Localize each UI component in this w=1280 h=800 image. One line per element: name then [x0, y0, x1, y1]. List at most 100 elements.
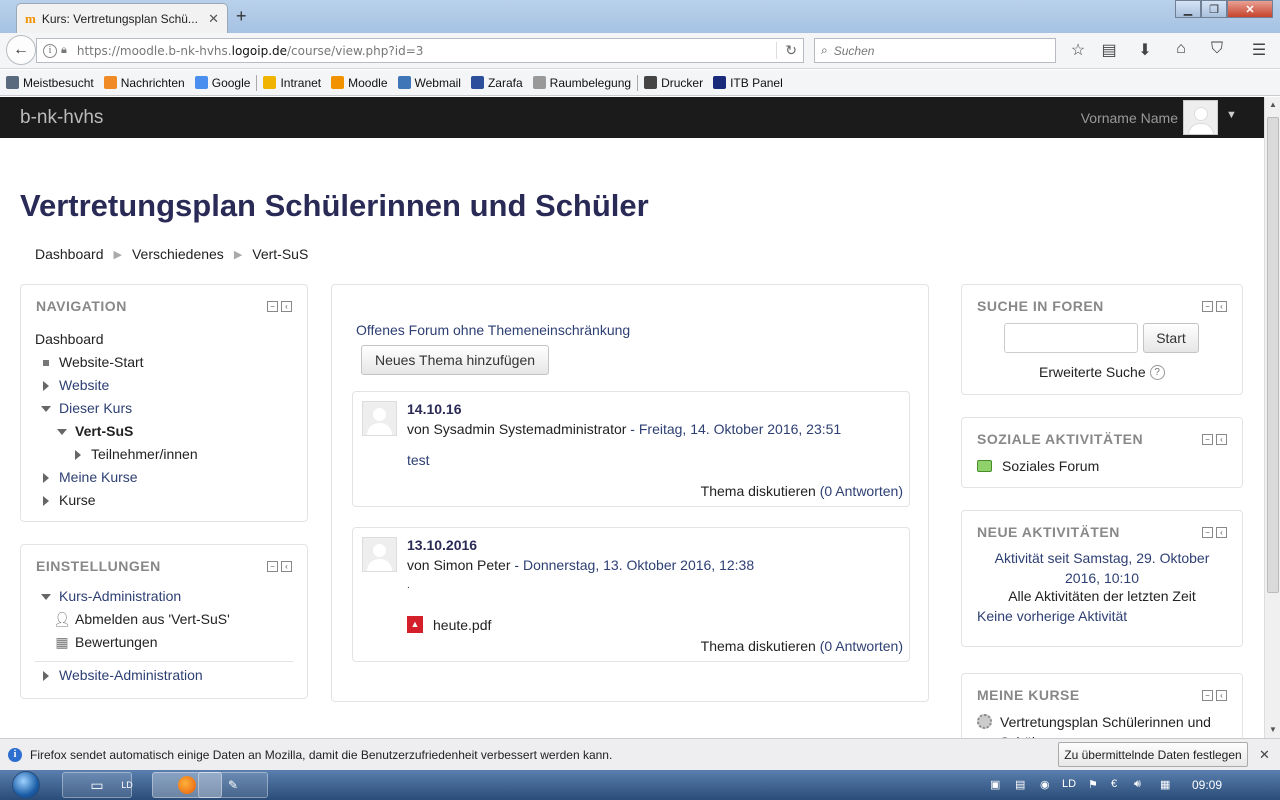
- my-course-link[interactable]: Vertretungsplan Schülerinnen und Schüler: [977, 712, 1237, 738]
- avatar[interactable]: [362, 537, 397, 572]
- expand-icon[interactable]: [37, 495, 55, 506]
- advanced-search-link[interactable]: Erweiterte Suche ?: [1039, 364, 1165, 380]
- settings-item-grades[interactable]: ▦ Bewertungen: [35, 631, 293, 654]
- taskbar-app[interactable]: ✎: [198, 772, 268, 798]
- bookmark-moodle[interactable]: Moodle: [331, 76, 388, 90]
- settings-item-site-admin[interactable]: Website-Administration: [35, 664, 293, 687]
- collapse-icon[interactable]: −: [267, 301, 278, 312]
- tray-euro-icon[interactable]: €: [1111, 778, 1117, 790]
- discuss-link[interactable]: Thema diskutieren (0 Antworten): [701, 483, 903, 499]
- settings-label[interactable]: Kurs-Administration: [59, 585, 181, 608]
- new-tab-button[interactable]: +: [236, 6, 247, 27]
- replies-count[interactable]: (0 Antworten): [820, 483, 903, 499]
- bookmark-webmail[interactable]: Webmail: [397, 76, 461, 90]
- breadcrumb-verschiedenes[interactable]: Verschiedenes: [132, 246, 224, 262]
- social-forum-label[interactable]: Soziales Forum: [1002, 458, 1099, 474]
- tray-icon[interactable]: ◉: [1040, 778, 1050, 791]
- start-button[interactable]: [6, 770, 48, 800]
- bookmark-drucker[interactable]: Drucker: [644, 76, 703, 90]
- add-topic-button[interactable]: Neues Thema hinzufügen: [361, 345, 549, 375]
- expand-icon[interactable]: [37, 670, 55, 681]
- dock-icon[interactable]: ‹: [1216, 301, 1227, 312]
- avatar[interactable]: [1183, 100, 1218, 135]
- bookmark-intranet[interactable]: Intranet: [263, 76, 321, 90]
- bookmark-nachrichten[interactable]: Nachrichten: [103, 76, 185, 90]
- tray-icon[interactable]: ▤: [1015, 778, 1025, 791]
- forum-search-input[interactable]: [1004, 323, 1138, 353]
- reading-list-icon[interactable]: ▤: [1098, 40, 1120, 60]
- tray-icon[interactable]: ⚑: [1088, 778, 1098, 791]
- dock-icon[interactable]: ‹: [1216, 434, 1227, 445]
- collapse-icon[interactable]: −: [1202, 527, 1213, 538]
- nav-item-site-home[interactable]: Website-Start: [35, 351, 198, 374]
- expand-icon[interactable]: [37, 472, 55, 483]
- settings-label[interactable]: Website-Administration: [59, 664, 203, 687]
- tray-icon[interactable]: ▦: [1160, 778, 1170, 791]
- collapse-icon[interactable]: −: [1202, 690, 1213, 701]
- advanced-search-label[interactable]: Erweiterte Suche: [1039, 364, 1146, 380]
- settings-item-unenrol[interactable]: 👤︎ Abmelden aus 'Vert-SuS': [35, 608, 293, 631]
- search-input[interactable]: ⌕ Suchen: [814, 38, 1056, 63]
- post-author[interactable]: Sysadmin Systemadministrator: [433, 421, 626, 437]
- attachment[interactable]: ▲ heute.pdf: [407, 616, 491, 633]
- maximize-window-button[interactable]: ❐: [1201, 0, 1227, 18]
- nav-item-courses[interactable]: Kurse: [35, 489, 198, 512]
- bookmark-zarafa[interactable]: Zarafa: [470, 76, 523, 90]
- post-author[interactable]: Simon Peter: [433, 557, 510, 573]
- collapse-icon[interactable]: −: [267, 561, 278, 572]
- close-window-button[interactable]: ✕: [1227, 0, 1273, 18]
- social-forum-link[interactable]: Soziales Forum: [977, 458, 1099, 474]
- collapse-tree-icon[interactable]: [37, 593, 55, 600]
- nav-label[interactable]: Dieser Kurs: [59, 397, 132, 420]
- avatar[interactable]: [362, 401, 397, 436]
- discuss-label[interactable]: Thema diskutieren: [701, 638, 816, 654]
- dock-icon[interactable]: ‹: [281, 301, 292, 312]
- home-icon[interactable]: ⌂: [1170, 40, 1192, 58]
- forum-intro-link[interactable]: Offenes Forum ohne Themeneinschränkung: [356, 322, 630, 338]
- bookmark-raumbelegung[interactable]: Raumbelegung: [532, 76, 631, 90]
- user-name[interactable]: Vorname Name: [1081, 110, 1178, 126]
- clock[interactable]: 09:09: [1192, 778, 1222, 792]
- breadcrumb-dashboard[interactable]: Dashboard: [35, 246, 104, 262]
- settings-item-course-admin[interactable]: Kurs-Administration: [35, 585, 293, 608]
- browser-tab[interactable]: m Kurs: Vertretungsplan Schü... ✕: [16, 3, 228, 33]
- scroll-thumb[interactable]: [1267, 117, 1279, 593]
- scroll-up-icon[interactable]: ▲: [1269, 100, 1277, 109]
- bookmark-google[interactable]: Google: [194, 76, 250, 90]
- site-brand[interactable]: b-nk-hvhs: [20, 107, 103, 129]
- collapse-icon[interactable]: −: [1202, 434, 1213, 445]
- expand-icon[interactable]: [37, 380, 55, 391]
- tray-volume-icon[interactable]: 🔊︎: [1134, 778, 1141, 791]
- nav-item-participants[interactable]: Teilnehmer/innen: [35, 443, 198, 466]
- minimize-window-button[interactable]: ▁: [1175, 0, 1201, 18]
- url-bar[interactable]: i 🔒︎ https://moodle.b-nk-hvhs.logoip.de/…: [36, 38, 804, 63]
- expand-icon[interactable]: [69, 449, 87, 460]
- info-icon[interactable]: i: [43, 43, 57, 58]
- bookmark-itb-panel[interactable]: ITB Panel: [713, 76, 783, 90]
- all-activities-link[interactable]: Alle Aktivitäten der letzten Zeit: [962, 588, 1242, 604]
- reload-icon[interactable]: ↻: [776, 42, 797, 59]
- download-icon[interactable]: ⬇: [1134, 40, 1156, 60]
- pocket-icon[interactable]: ⛉: [1206, 40, 1228, 58]
- user-menu-caret-icon[interactable]: ▼: [1226, 109, 1237, 121]
- close-tab-icon[interactable]: ✕: [208, 11, 219, 27]
- lock-icon[interactable]: 🔒︎: [61, 44, 67, 57]
- my-course-label[interactable]: Vertretungsplan Schülerinnen und Schüler: [1000, 712, 1237, 738]
- discuss-label[interactable]: Thema diskutieren: [701, 483, 816, 499]
- collapse-tree-icon[interactable]: [37, 405, 55, 412]
- collapse-icon[interactable]: −: [1202, 301, 1213, 312]
- nav-label[interactable]: Website: [59, 374, 109, 397]
- close-notification-icon[interactable]: ✕: [1259, 747, 1270, 763]
- collapse-tree-icon[interactable]: [53, 428, 71, 435]
- menu-icon[interactable]: ☰: [1248, 40, 1270, 60]
- nav-item-dashboard[interactable]: Dashboard: [35, 328, 198, 351]
- page-scrollbar[interactable]: ▲ ▼: [1264, 97, 1280, 738]
- nav-label[interactable]: Meine Kurse: [59, 466, 138, 489]
- nav-item-site[interactable]: Website: [35, 374, 198, 397]
- search-start-button[interactable]: Start: [1143, 323, 1199, 353]
- help-icon[interactable]: ?: [1149, 364, 1165, 380]
- tray-icon[interactable]: LD: [1062, 778, 1076, 790]
- attachment-name[interactable]: heute.pdf: [433, 617, 491, 633]
- bookmark-meistbesucht[interactable]: Meistbesucht: [6, 76, 94, 90]
- nav-item-my-courses[interactable]: Meine Kurse: [35, 466, 198, 489]
